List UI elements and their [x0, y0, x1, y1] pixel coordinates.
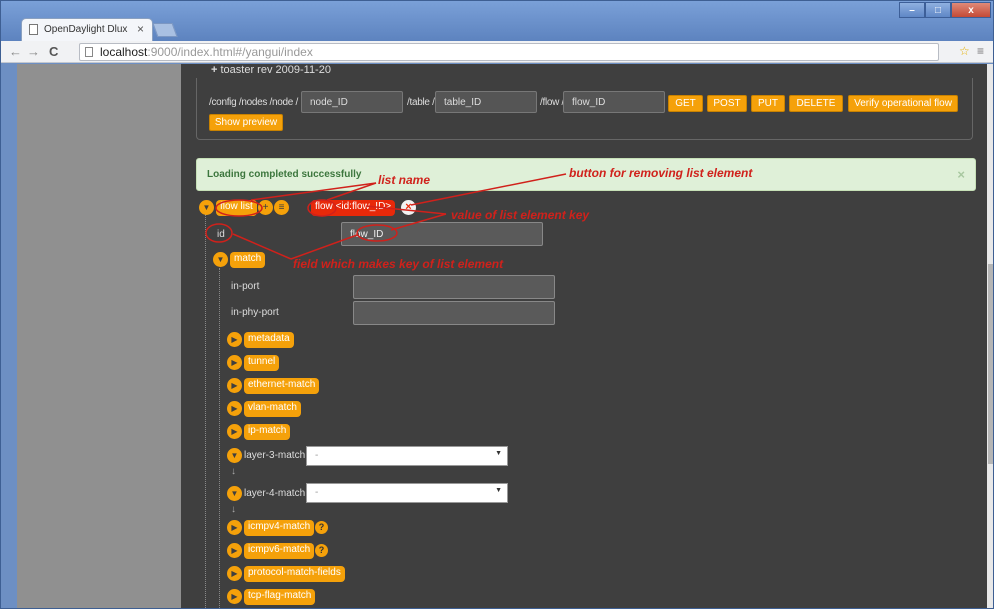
- title-bar: OpenDaylight Dlux × – □ x: [1, 1, 993, 41]
- address-bar[interactable]: localhost:9000/index.html#/yangui/index: [79, 43, 939, 61]
- scrollbar-thumb[interactable]: [988, 264, 993, 464]
- browser-tab[interactable]: OpenDaylight Dlux ×: [21, 18, 153, 41]
- annotation-remove-button: button for removing list element: [569, 166, 753, 180]
- page-viewport: + toaster rev 2009-11-20 /config /nodes …: [1, 64, 993, 608]
- forward-icon[interactable]: →: [27, 44, 40, 59]
- reload-icon[interactable]: C: [49, 44, 58, 59]
- window-border: [1, 64, 17, 608]
- left-sidebar: [17, 64, 181, 608]
- close-window-button[interactable]: x: [951, 2, 991, 18]
- url-host: localhost: [100, 45, 148, 59]
- menu-icon[interactable]: ≡: [977, 44, 984, 58]
- bookmark-star-icon[interactable]: ☆: [959, 44, 970, 58]
- page-icon: [29, 24, 38, 35]
- annotation-key-field: field which makes key of list element: [293, 257, 504, 271]
- url-path: /index.html#/yangui/index: [177, 45, 313, 59]
- browser-window: OpenDaylight Dlux × – □ x ← → C localhos…: [0, 0, 994, 609]
- page-scrollbar[interactable]: [987, 64, 993, 608]
- annotation-arrows: [205, 173, 567, 260]
- url-port: :9000: [147, 45, 178, 59]
- window-controls: – □ x: [899, 2, 991, 18]
- annotation-list-name: list name: [378, 173, 431, 187]
- annotation-key-value: value of list element key: [451, 208, 590, 222]
- back-icon[interactable]: ←: [9, 44, 22, 59]
- new-tab-button[interactable]: [152, 23, 178, 37]
- close-tab-icon[interactable]: ×: [137, 22, 144, 36]
- document-icon: [85, 47, 93, 57]
- minimize-button[interactable]: –: [899, 2, 925, 18]
- browser-toolbar: ← → C localhost:9000/index.html#/yangui/…: [1, 41, 993, 63]
- tab-title: OpenDaylight Dlux: [44, 24, 128, 35]
- yangui-content: + toaster rev 2009-11-20 /config /nodes …: [181, 64, 989, 608]
- maximize-button[interactable]: □: [925, 2, 951, 18]
